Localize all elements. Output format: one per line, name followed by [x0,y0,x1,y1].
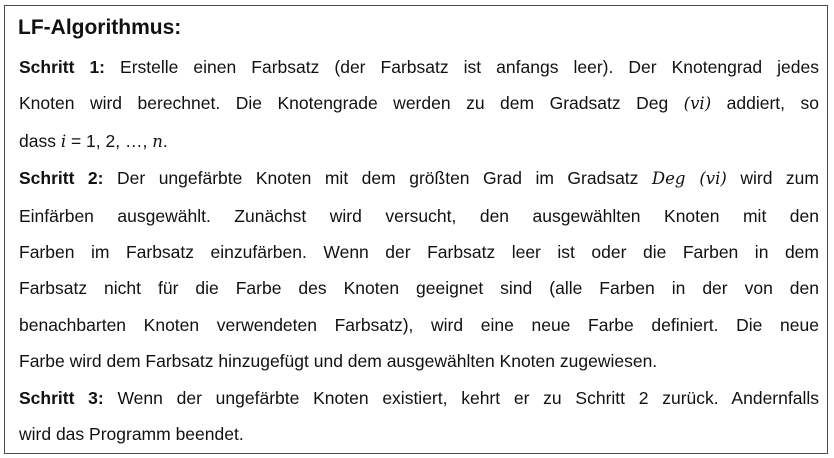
step1-line2: Knoten wird berechnet. Die Knotengrade w… [19,85,819,122]
step2-line3: Farben im Farbsatz einzufärben. Wenn der… [19,242,819,263]
step1-line1-text: Erstelle einen Farbsatz (der Farbsatz is… [105,57,819,77]
algorithm-title: LF-Algorithmus: [18,16,182,39]
step1-line3-pre: dass [19,130,61,151]
step2-line2: Einfärben ausgewählt. Zunächst wird vers… [19,205,819,226]
step2-line1-math: Deg (vi) [651,169,727,189]
step1-line2-text: Knoten wird berechnet. Die Knotengrade w… [19,93,684,114]
step1-line3-math-n: n [152,131,163,151]
step2-label: Schritt 2: [19,168,104,189]
step2-line5: benachbarten Knoten verwendeten Farbsatz… [19,314,819,335]
step3-line1: Schritt 3: Wenn der ungefärbte Knoten ex… [19,380,819,416]
step1-line3-tail: . [162,130,168,151]
step3-line2: wird das Programm beendet. [19,424,244,445]
step2-line1-text: Der ungefärbte Knoten mit dem größten Gr… [103,168,652,189]
step2-line6: Farbe wird dem Farbsatz hinzugefügt und … [19,351,658,372]
step1-label: Schritt 1: [19,57,106,77]
step3-label: Schritt 3: [19,387,104,408]
step1-line3-mid: = 1, 2, …, [66,130,153,151]
step1-line2-tail: addiert, so [711,93,819,114]
step2-line1: Schritt 2: Der ungefärbte Knoten mit dem… [19,160,819,197]
step3-line1-text: Wenn der ungefärbte Knoten existiert, ke… [103,387,819,408]
algorithm-body: Schritt 1: Erstelle einen Farbsatz (der … [19,49,819,452]
algorithm-box: LF-Algorithmus: Schritt 1: Erstelle eine… [4,5,828,454]
step1-line2-math: (vi) [683,94,712,114]
step2-line4: Farbsatz nicht für die Farbe des Knoten … [19,278,819,299]
step1-line3: dass i = 1, 2, …, n. [19,123,819,160]
step2-line1-tail: wird zum [726,168,819,189]
step1-line1: Schritt 1: Erstelle einen Farbsatz (der … [19,49,819,85]
